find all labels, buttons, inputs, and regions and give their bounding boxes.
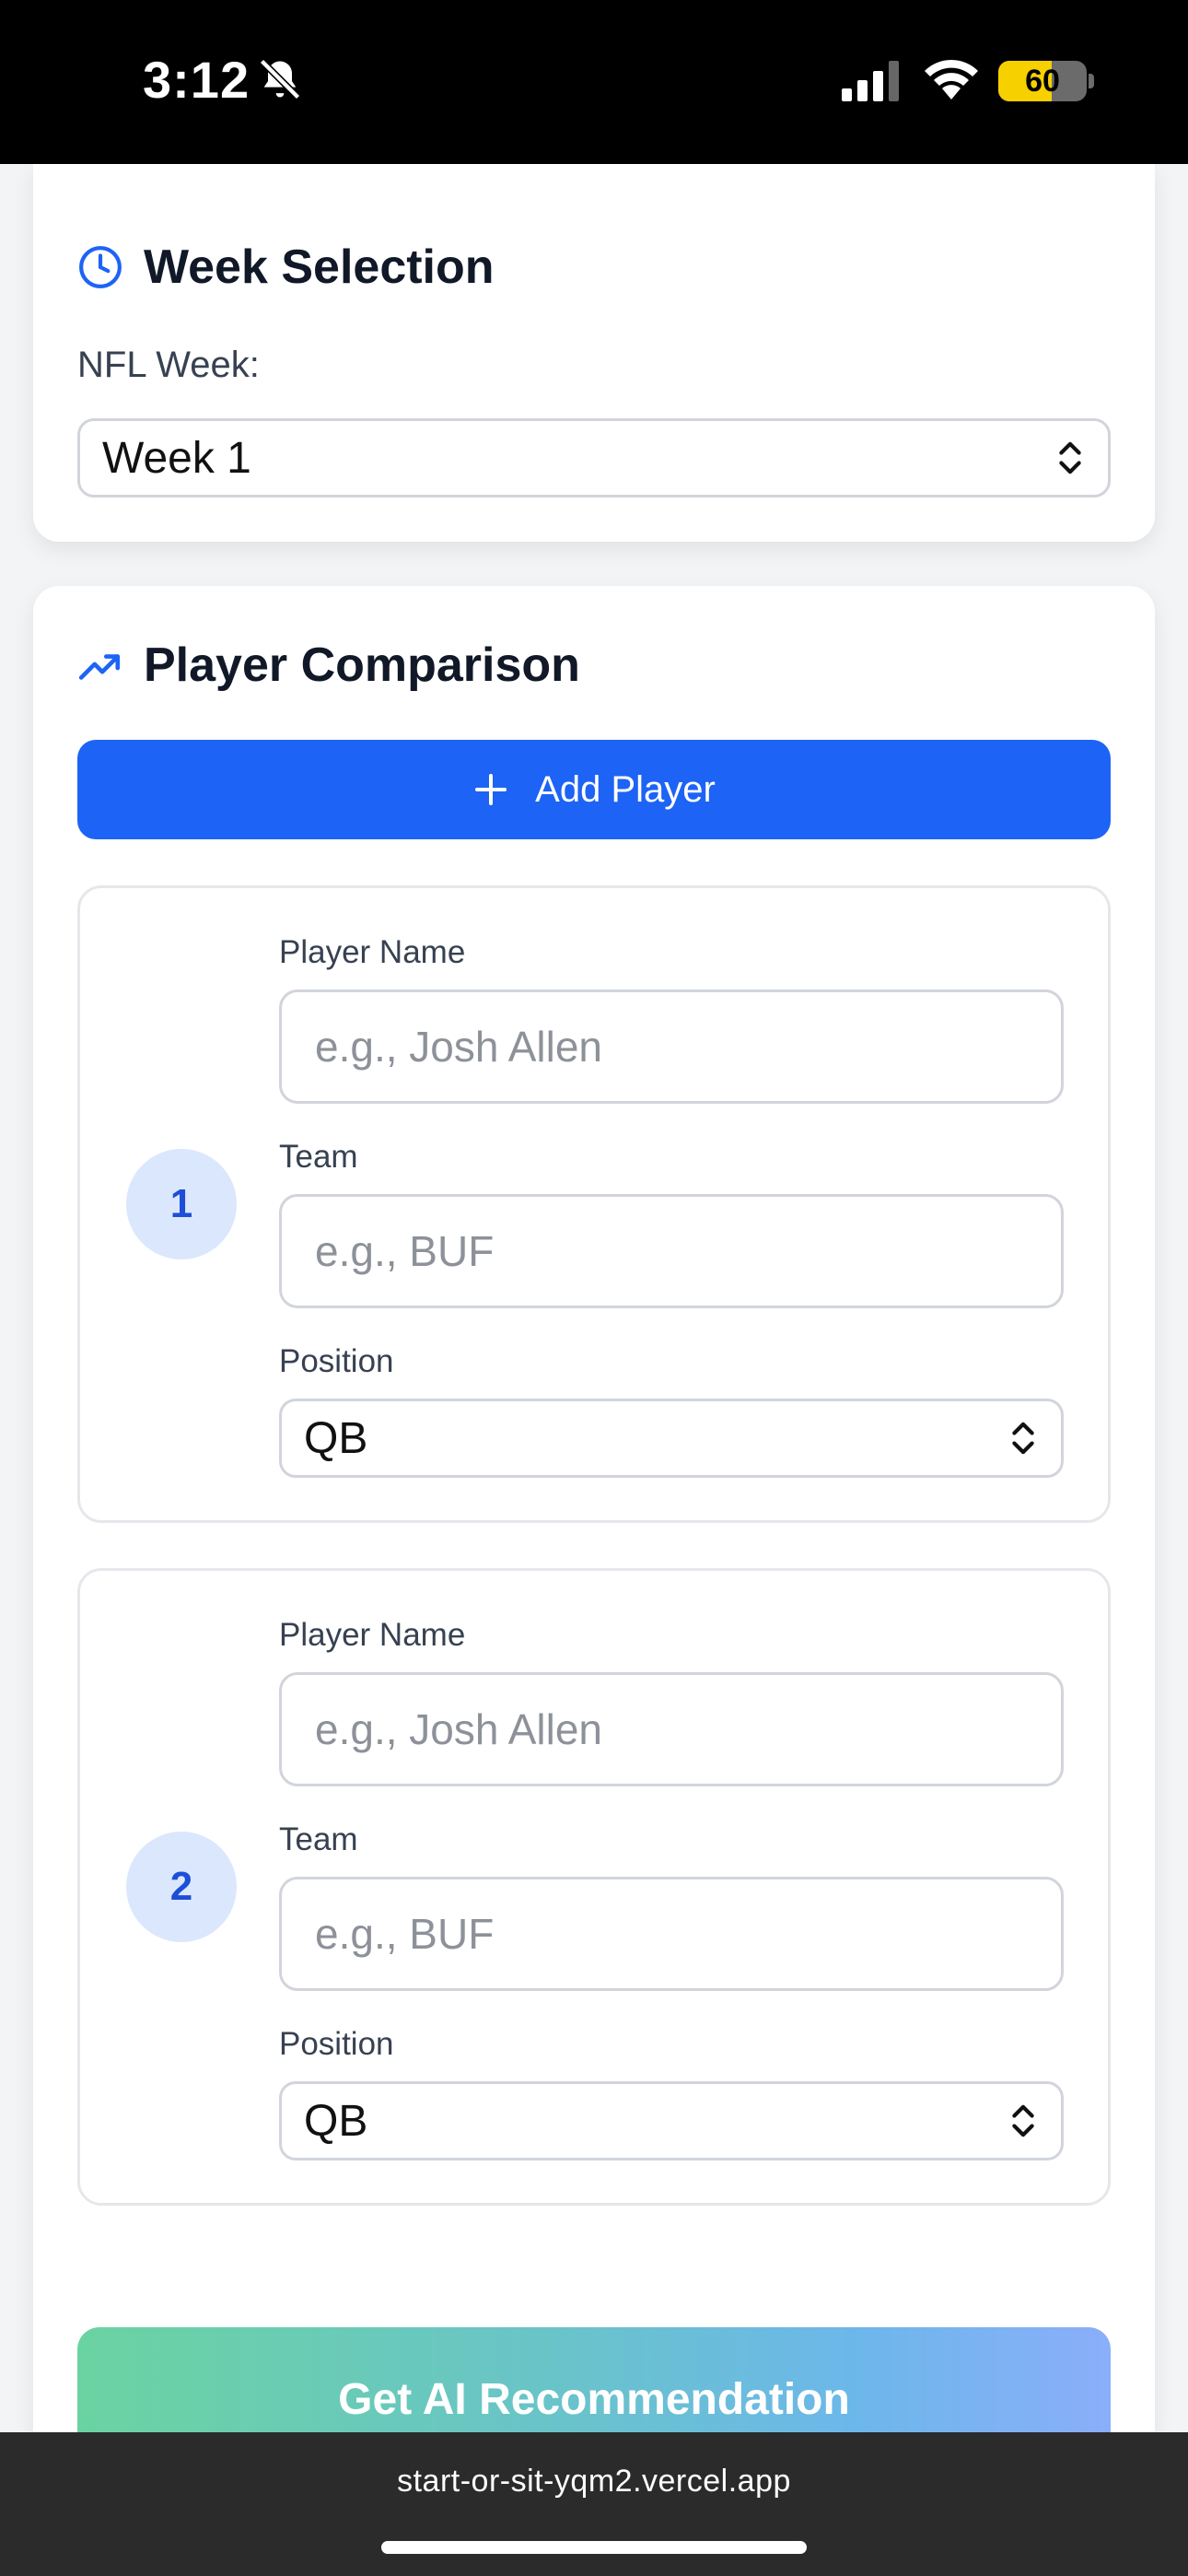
nfl-week-select[interactable]: Week 1: [77, 418, 1111, 498]
add-player-label: Add Player: [535, 768, 716, 810]
week-selection-card: Week Selection NFL Week: Week 1: [33, 164, 1155, 542]
home-indicator[interactable]: [381, 2541, 807, 2554]
player-number-badge: 1: [126, 1149, 237, 1259]
status-time: 3:12: [143, 51, 250, 109]
player-comparison-card: Player Comparison Add Player 1 Player Na…: [33, 586, 1155, 2471]
player-name-input[interactable]: [279, 1672, 1064, 1786]
player-name-input[interactable]: [279, 989, 1064, 1104]
position-label: Position: [279, 2026, 394, 2062]
chevron-up-down-icon: [1012, 1422, 1034, 1455]
url-text[interactable]: start-or-sit-yqm2.vercel.app: [0, 2464, 1188, 2500]
player-comparison-title: Player Comparison: [144, 638, 580, 692]
plus-icon: [475, 774, 507, 805]
week-selection-title: Week Selection: [144, 240, 495, 294]
team-label: Team: [279, 1139, 358, 1175]
page-content: Week Selection NFL Week: Week 1 Player C…: [0, 164, 1188, 2471]
player-card: 2 Player Name Team Position QB: [77, 1568, 1111, 2206]
position-select[interactable]: QB: [279, 1399, 1064, 1478]
add-player-button[interactable]: Add Player: [77, 740, 1111, 839]
battery-nub: [1089, 74, 1094, 88]
position-select-value: QB: [304, 1413, 368, 1463]
battery-level: 60: [1025, 64, 1060, 99]
position-label: Position: [279, 1343, 394, 1379]
battery-indicator: 60: [998, 61, 1087, 101]
bell-slash-icon: [259, 58, 301, 100]
browser-address-bar[interactable]: start-or-sit-yqm2.vercel.app: [0, 2432, 1188, 2576]
position-select-value: QB: [304, 2096, 368, 2146]
player-number-badge: 2: [126, 1832, 237, 1942]
clock-icon: [79, 246, 122, 288]
nfl-week-label: NFL Week:: [77, 345, 260, 385]
chevron-up-down-icon: [1012, 2104, 1034, 2137]
player-name-label: Player Name: [279, 1617, 466, 1653]
wifi-icon: [925, 59, 978, 100]
player-card: 1 Player Name Team Position QB: [77, 885, 1111, 1523]
team-label: Team: [279, 1821, 358, 1857]
chevron-up-down-icon: [1059, 441, 1081, 474]
position-select[interactable]: QB: [279, 2081, 1064, 2160]
nfl-week-select-value: Week 1: [102, 433, 251, 483]
status-bar: 3:12 60: [0, 0, 1188, 164]
team-input[interactable]: [279, 1194, 1064, 1308]
team-input[interactable]: [279, 1877, 1064, 1991]
cellular-signal-icon: [842, 61, 899, 101]
trending-up-icon: [78, 654, 121, 680]
player-name-label: Player Name: [279, 934, 466, 970]
